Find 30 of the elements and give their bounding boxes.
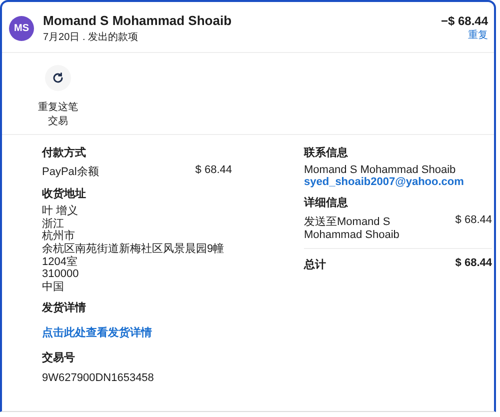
refresh-icon xyxy=(52,72,64,84)
address-line: 浙江 xyxy=(42,218,64,230)
shipping-details-link[interactable]: 点击此处查看发货详情 xyxy=(42,325,232,340)
total-amount: $ 68.44 xyxy=(455,257,492,271)
section-title: 付款方式 xyxy=(42,146,87,160)
transaction-id: 9W627900DN1653458 xyxy=(42,372,155,384)
address-line: 杭州市 xyxy=(42,230,76,243)
repeat-link[interactable]: 重复 xyxy=(440,28,488,42)
total-label: 总计 xyxy=(304,258,326,272)
payment-method: PayPal余额 xyxy=(42,164,99,179)
email-link[interactable]: syed_shoaib2007@yahoo.com xyxy=(304,176,492,188)
address-line: 310000 xyxy=(42,268,80,281)
payment-amount: $ 68.44 xyxy=(195,164,232,178)
detail-label: 发送至Momand S Mohammad Shoaib xyxy=(304,215,400,241)
section-title: 联系信息 xyxy=(304,146,349,160)
action-label: 重复这笔交易 xyxy=(38,101,78,128)
repeat-button[interactable] xyxy=(45,65,71,91)
transaction-amount: −$ 68.44 xyxy=(440,14,488,28)
payee-name: Momand S Mohammad Shoaib xyxy=(43,12,233,28)
detail-amount: $ 68.44 xyxy=(455,214,492,228)
contact-name: Momand S Mohammad Shoaib xyxy=(304,164,457,176)
section-title: 详细信息 xyxy=(304,196,349,210)
section-title: 收货地址 xyxy=(42,186,87,201)
section-title: 发货详情 xyxy=(42,300,87,316)
section-title: 交易号 xyxy=(42,350,76,366)
address-line: 中国 xyxy=(42,280,65,294)
transaction-date: 7月20日 . 发出的款项 xyxy=(43,30,140,44)
avatar: MS xyxy=(9,16,34,40)
address-line: 余杭区南苑街道新梅社区风景晨园9幢1204室 xyxy=(42,242,226,268)
address-line: 叶 增义 xyxy=(42,205,80,218)
